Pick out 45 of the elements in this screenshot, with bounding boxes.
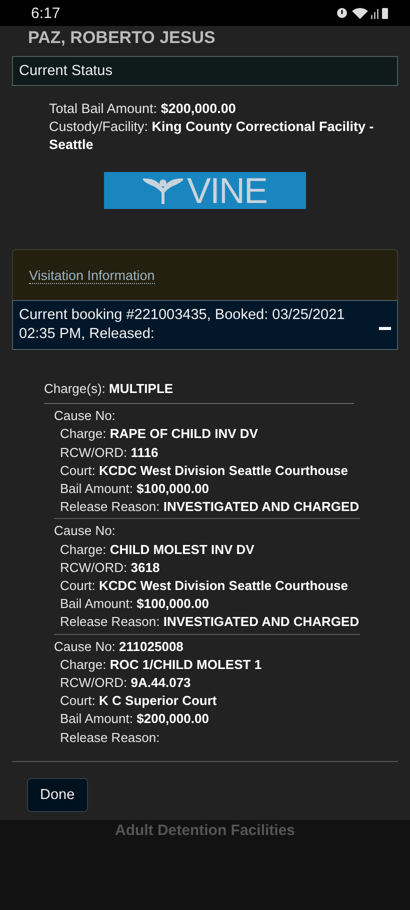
field-value: $200,000.00 bbox=[136, 711, 209, 726]
field-label: Charge: bbox=[60, 542, 106, 557]
field-value: $100,000.00 bbox=[136, 596, 209, 612]
field-value: RAPE OF CHILD INV DV bbox=[110, 426, 258, 442]
field-value: 3618 bbox=[130, 560, 160, 575]
field-label: Charge: bbox=[60, 656, 106, 672]
field-label: Release Reason: bbox=[60, 614, 160, 630]
field-value: 211025008 bbox=[119, 638, 184, 654]
charges-summary: Charge(s): MULTIPLE bbox=[44, 380, 354, 404]
status-field: Custody/Facility: King County Correctional Facility - Seattle bbox=[49, 118, 390, 154]
field-value: 1116 bbox=[130, 444, 158, 460]
field-value: $100,000.00 bbox=[136, 481, 209, 496]
field-label: RCW/ORD: bbox=[60, 560, 128, 575]
current-status-header: Current Status bbox=[12, 56, 398, 86]
field-label: Cause No: bbox=[54, 408, 116, 424]
field-value: 9A.44.073 bbox=[130, 675, 191, 690]
field-value: CHILD MOLEST INV DV bbox=[110, 542, 254, 557]
field-label: Bail Amount: bbox=[60, 596, 133, 612]
booking-header[interactable]: Current booking #221003435, Booked: 03/25/2021 02:35 PM, Released: bbox=[12, 300, 398, 350]
visitation-link[interactable]: Visitation Information bbox=[29, 268, 155, 284]
field-label: Cause No: bbox=[54, 638, 116, 654]
field-value: ROC 1/CHILD MOLEST 1 bbox=[110, 656, 262, 672]
booking-title: Current booking #221003435, Booked: 03/25/2021 02:35 PM, Released: bbox=[19, 306, 346, 344]
page-heading: Adult Detention Facilities bbox=[114, 820, 295, 839]
field-label: Bail Amount: bbox=[60, 711, 133, 726]
field-label: Cause No: bbox=[54, 523, 116, 538]
field-value: KCDC West Division Seattle Courthouse bbox=[99, 462, 348, 478]
field-label: Bail Amount: bbox=[60, 481, 133, 496]
field-value: INVESTIGATED AND CHARGED bbox=[163, 499, 360, 514]
field-label: RCW/ORD: bbox=[60, 675, 128, 690]
field-label: Release Reason: bbox=[60, 499, 160, 514]
field-value: KCDC West Division Seattle Courthouse bbox=[99, 578, 348, 594]
field-label: Charge: bbox=[60, 426, 106, 442]
status-time: 6:17 bbox=[31, 4, 60, 22]
field-value: K C Superior Court bbox=[99, 693, 217, 708]
field-label: Court: bbox=[60, 693, 96, 708]
field-value: INVESTIGATED AND CHARGED bbox=[163, 614, 360, 630]
field-label: Court: bbox=[60, 462, 96, 478]
field-label: Release Reason: bbox=[60, 730, 160, 745]
done-button[interactable]: Done bbox=[27, 778, 88, 812]
field-label: RCW/ORD: bbox=[60, 444, 128, 460]
inmate-name: PAZ, ROBERTO JESUS bbox=[27, 27, 216, 48]
status-field: Total Bail Amount: $200,000.00 bbox=[49, 100, 390, 118]
field-label: Court: bbox=[60, 578, 96, 594]
status-icons bbox=[336, 6, 390, 20]
